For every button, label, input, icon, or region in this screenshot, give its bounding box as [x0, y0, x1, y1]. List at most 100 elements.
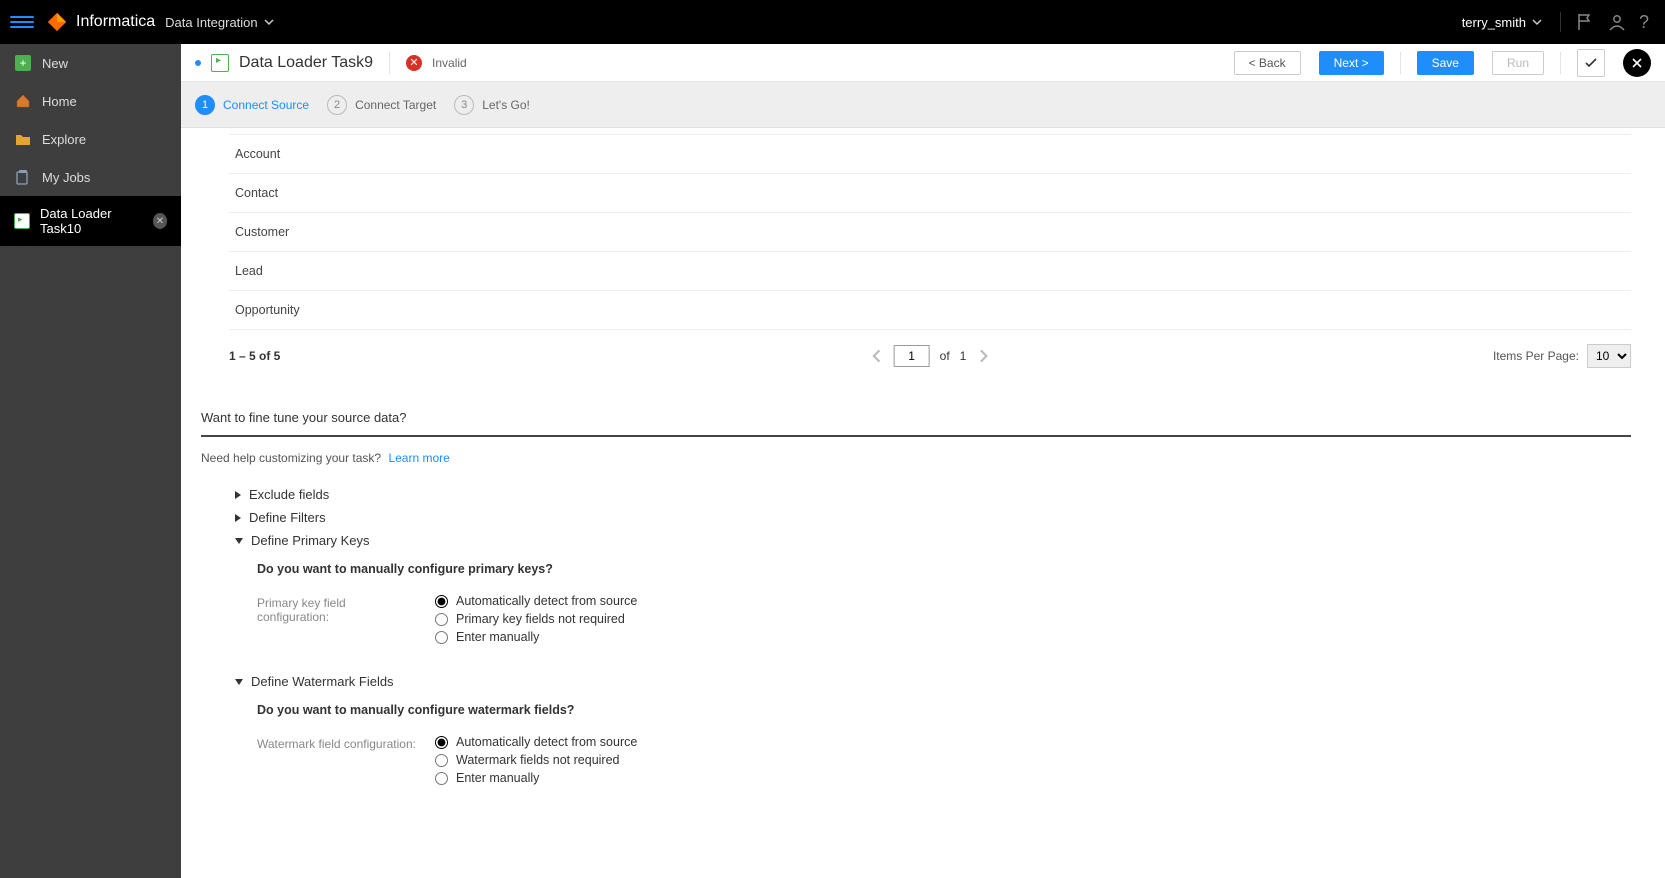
- wm-question: Do you want to manually configure waterm…: [257, 703, 1631, 717]
- pk-option-auto[interactable]: Automatically detect from source: [435, 594, 637, 608]
- topbar: Informatica Data Integration terry_smith…: [0, 0, 1665, 44]
- items-per-page-label: Items Per Page:: [1493, 349, 1579, 363]
- pk-field-label: Primary key field configuration:: [257, 594, 417, 624]
- validate-button[interactable]: [1577, 49, 1605, 77]
- section-exclude-fields[interactable]: Exclude fields: [235, 483, 1631, 506]
- primary-keys-block: Do you want to manually configure primar…: [257, 562, 1631, 644]
- wizard-step-connect-target[interactable]: 2 Connect Target: [327, 95, 436, 115]
- task-icon: [14, 213, 30, 229]
- folder-icon: [14, 130, 32, 148]
- wm-option-auto[interactable]: Automatically detect from source: [435, 735, 637, 749]
- page-number-input[interactable]: [894, 345, 930, 367]
- chevron-down-icon: [264, 17, 274, 27]
- user-icon[interactable]: [1607, 12, 1627, 32]
- section-label: Define Watermark Fields: [251, 674, 394, 689]
- sidebar-item-label: Explore: [42, 132, 86, 147]
- brand-label: Informatica: [76, 13, 155, 31]
- sidebar-item-home[interactable]: Home: [0, 82, 181, 120]
- jobs-icon: [14, 168, 32, 186]
- help-text: Need help customizing your task?: [201, 451, 381, 465]
- step-number: 2: [327, 95, 347, 115]
- object-row[interactable]: Customer: [229, 213, 1631, 252]
- body-scroll[interactable]: Account Contact Customer Lead Opportunit…: [181, 128, 1665, 878]
- pk-radio-group: Automatically detect from source Primary…: [435, 594, 637, 644]
- product-label: Data Integration: [165, 15, 258, 30]
- sidebar-item-label: Data Loader Task10: [40, 206, 143, 236]
- divider: [1560, 52, 1561, 74]
- informatica-logo-icon: [46, 11, 68, 33]
- wm-option-manual[interactable]: Enter manually: [435, 771, 637, 785]
- object-row[interactable]: Contact: [229, 174, 1631, 213]
- hamburger-menu[interactable]: [10, 10, 34, 34]
- help-line: Need help customizing your task? Learn m…: [201, 451, 1631, 465]
- divider: [1400, 52, 1401, 74]
- sidebar-item-label: Home: [42, 94, 77, 109]
- object-row[interactable]: Lead: [229, 252, 1631, 291]
- sidebar-item-label: New: [42, 56, 68, 71]
- check-icon: [1583, 55, 1599, 71]
- step-number: 3: [454, 95, 474, 115]
- section-define-primary-keys[interactable]: Define Primary Keys: [235, 529, 1631, 552]
- wizard-steps: 1 Connect Source 2 Connect Target 3 Let'…: [181, 82, 1665, 128]
- next-button[interactable]: Next >: [1319, 51, 1384, 75]
- user-label: terry_smith: [1462, 15, 1526, 30]
- error-icon: ✕: [406, 55, 422, 71]
- section-label: Define Filters: [249, 510, 326, 525]
- wizard-step-connect-source[interactable]: 1 Connect Source: [195, 95, 309, 115]
- sidebar: + New Home Explore My Jobs Data Loader T…: [0, 44, 181, 878]
- sidebar-item-label: My Jobs: [42, 170, 90, 185]
- section-label: Define Primary Keys: [251, 533, 369, 548]
- flag-icon[interactable]: [1575, 12, 1595, 32]
- wm-field-label: Watermark field configuration:: [257, 735, 417, 751]
- sidebar-item-task10[interactable]: Data Loader Task10 ✕: [0, 196, 181, 246]
- task-icon: [211, 54, 229, 72]
- sidebar-item-new[interactable]: + New: [0, 44, 181, 82]
- back-button[interactable]: < Back: [1234, 51, 1301, 75]
- user-menu[interactable]: terry_smith: [1452, 15, 1552, 30]
- sidebar-item-myjobs[interactable]: My Jobs: [0, 158, 181, 196]
- step-number: 1: [195, 95, 215, 115]
- pk-option-notreq[interactable]: Primary key fields not required: [435, 612, 637, 626]
- next-page-button[interactable]: [976, 349, 990, 363]
- status-label: Invalid: [432, 56, 467, 70]
- items-per-page-select[interactable]: 10: [1587, 344, 1631, 368]
- save-button[interactable]: Save: [1417, 51, 1474, 75]
- object-row[interactable]: Account: [229, 134, 1631, 174]
- section-define-watermark-fields[interactable]: Define Watermark Fields: [235, 670, 1631, 693]
- wm-radio-group: Automatically detect from source Waterma…: [435, 735, 637, 785]
- close-tab-button[interactable]: ✕: [153, 213, 167, 229]
- plus-icon: +: [15, 55, 31, 71]
- run-button[interactable]: Run: [1492, 51, 1544, 75]
- chevron-right-icon: [235, 514, 241, 522]
- total-pages: 1: [960, 349, 967, 363]
- finetune-title: Want to fine tune your source data?: [201, 400, 1631, 437]
- close-icon: [1631, 57, 1643, 69]
- page-title: Data Loader Task9: [239, 54, 373, 72]
- step-label: Connect Target: [355, 98, 436, 112]
- main-area: + New Home Explore My Jobs Data Loader T…: [0, 44, 1665, 878]
- product-switcher[interactable]: Data Integration: [165, 15, 274, 30]
- wizard-step-lets-go[interactable]: 3 Let's Go!: [454, 95, 530, 115]
- home-icon: [14, 92, 32, 110]
- object-list: Account Contact Customer Lead Opportunit…: [229, 134, 1631, 330]
- learn-more-link[interactable]: Learn more: [388, 451, 449, 465]
- section-label: Exclude fields: [249, 487, 329, 502]
- close-button[interactable]: [1623, 49, 1651, 77]
- divider: [389, 52, 390, 74]
- object-row[interactable]: Opportunity: [229, 291, 1631, 330]
- wm-option-notreq[interactable]: Watermark fields not required: [435, 753, 637, 767]
- page: Data Loader Task9 ✕ Invalid < Back Next …: [181, 44, 1665, 878]
- sidebar-item-explore[interactable]: Explore: [0, 120, 181, 158]
- chevron-down-icon: [235, 679, 243, 685]
- watermark-block: Do you want to manually configure waterm…: [257, 703, 1631, 785]
- help-icon[interactable]: ?: [1639, 12, 1649, 33]
- pk-option-manual[interactable]: Enter manually: [435, 630, 637, 644]
- step-label: Let's Go!: [482, 98, 530, 112]
- divider: [1560, 12, 1561, 32]
- section-define-filters[interactable]: Define Filters: [235, 506, 1631, 529]
- pagination-range: 1 – 5 of 5: [229, 349, 280, 363]
- unsaved-indicator: [195, 60, 201, 66]
- prev-page-button[interactable]: [870, 349, 884, 363]
- chevron-down-icon: [1532, 17, 1542, 27]
- chevron-right-icon: [235, 491, 241, 499]
